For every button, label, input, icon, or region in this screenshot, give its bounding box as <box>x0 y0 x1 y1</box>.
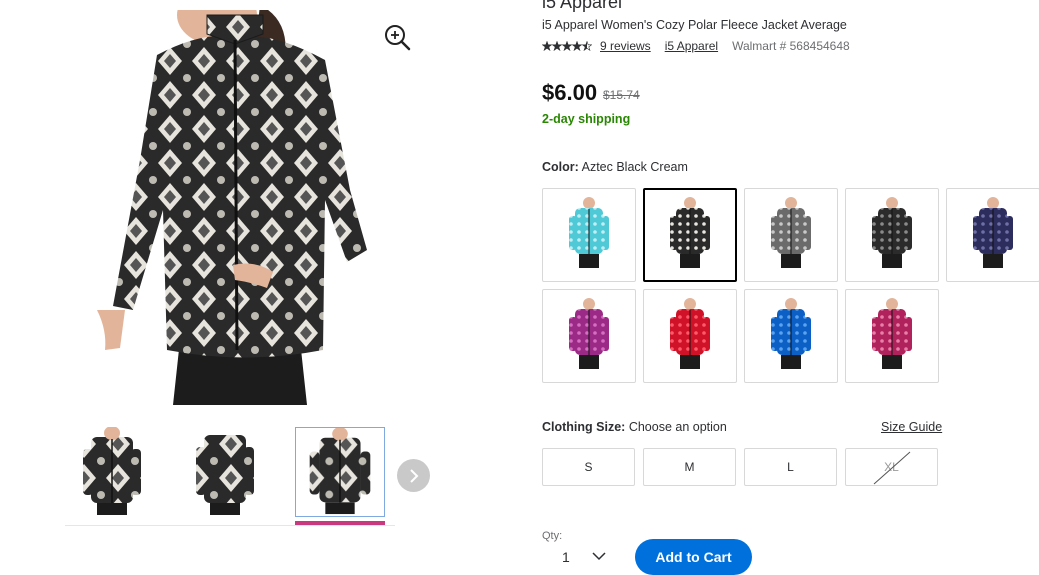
active-thumbnail-indicator <box>295 521 385 525</box>
size-option-s[interactable]: S <box>542 448 635 486</box>
size-option-label: L <box>787 460 794 474</box>
shipping-badge: 2-day shipping <box>542 112 631 126</box>
swatch-jacket-image <box>670 298 710 369</box>
thumbnail-strip <box>65 425 395 526</box>
swatch-jacket-image <box>771 197 811 268</box>
reviews-link[interactable]: 9 reviews <box>600 39 651 53</box>
chevron-down-icon[interactable] <box>590 549 608 563</box>
zoom-icon[interactable] <box>383 23 411 51</box>
color-swatch-aztec-black-cream[interactable] <box>643 188 737 282</box>
swatch-jacket-image <box>569 197 609 268</box>
size-guide-link[interactable]: Size Guide <box>881 420 942 434</box>
swatch-jacket-image <box>670 197 710 268</box>
size-selection-label: Clothing Size: Choose an option <box>542 420 727 434</box>
product-meta-row: 9 reviews i5 Apparel Walmart # 568454648 <box>542 39 850 53</box>
unavailable-strike-icon <box>873 451 911 485</box>
brand-link[interactable]: i5 Apparel <box>665 39 718 53</box>
thumbnail-image[interactable] <box>67 426 157 517</box>
size-label: Clothing Size: <box>542 420 626 434</box>
size-option-m[interactable]: M <box>643 448 736 486</box>
size-option-label: S <box>584 460 593 474</box>
size-prompt: Choose an option <box>628 420 727 434</box>
color-swatch-black-gray[interactable] <box>845 188 939 282</box>
swatch-jacket-image <box>569 298 609 369</box>
brand-name: i5 Apparel <box>542 0 623 12</box>
thumbnail-image[interactable] <box>180 427 270 517</box>
swatch-jacket-image <box>973 197 1013 268</box>
swatch-jacket-image <box>872 298 912 369</box>
color-swatch-navy[interactable] <box>946 188 1039 282</box>
current-price: $6.00 <box>542 80 598 105</box>
star-rating <box>542 41 592 51</box>
product-title: i5 Apparel Women's Cozy Polar Fleece Jac… <box>542 18 847 32</box>
size-option-xl[interactable]: XL <box>845 448 938 486</box>
was-price: $15.74 <box>603 88 640 102</box>
color-selection-label: Color: Aztec Black Cream <box>542 160 688 174</box>
add-to-cart-button[interactable]: Add to Cart <box>635 539 752 575</box>
quantity-value[interactable]: 1 <box>562 549 570 565</box>
thumbnail-image-active[interactable] <box>295 427 385 517</box>
walmart-item-number: Walmart # 568454648 <box>732 39 850 53</box>
color-swatch-magenta[interactable] <box>542 289 636 383</box>
color-label: Color: <box>542 160 579 174</box>
swatch-jacket-image <box>771 298 811 369</box>
color-swatch-turquoise[interactable] <box>542 188 636 282</box>
color-swatch-blue[interactable] <box>744 289 838 383</box>
next-arrow-icon[interactable] <box>397 459 430 492</box>
star-icon <box>542 41 592 51</box>
color-swatch-gray[interactable] <box>744 188 838 282</box>
color-swatch-berry[interactable] <box>845 289 939 383</box>
quantity-label: Qty: <box>542 530 563 542</box>
size-option-label: M <box>684 460 695 474</box>
selected-color: Aztec Black Cream <box>581 160 688 174</box>
swatch-jacket-image <box>872 197 912 268</box>
product-main-image[interactable] <box>85 10 385 405</box>
size-option-l[interactable]: L <box>744 448 837 486</box>
color-swatch-red[interactable] <box>643 289 737 383</box>
